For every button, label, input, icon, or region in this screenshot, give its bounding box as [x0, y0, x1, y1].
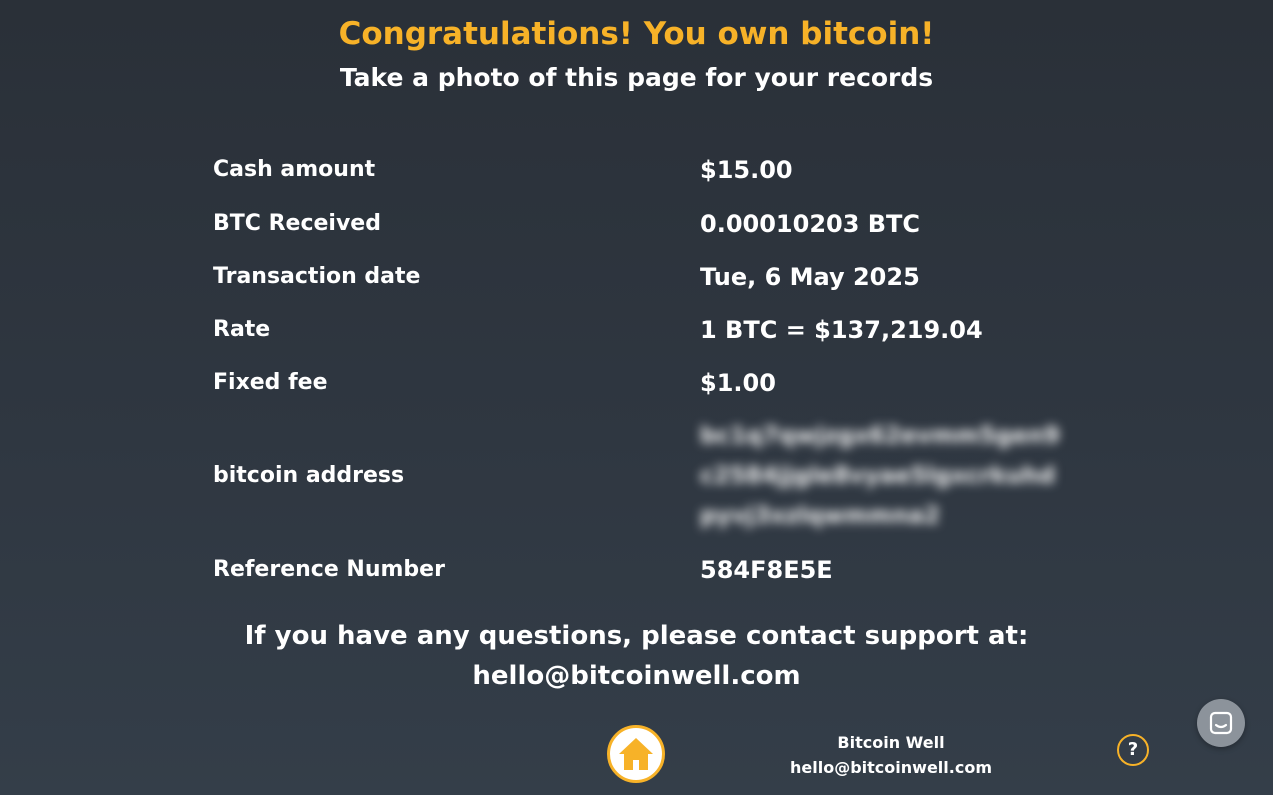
cash-amount-value: $15.00 — [700, 156, 793, 184]
footer-contact: Bitcoin Well hello@bitcoinwell.com — [770, 730, 1012, 780]
btc-received-value: 0.00010203 BTC — [700, 210, 921, 238]
receipt-row-bitcoin-address: bitcoin address bc1q7qwjzgx62evmm5gen9c2… — [213, 423, 1073, 529]
help-button[interactable]: ? — [1117, 734, 1149, 766]
question-mark-icon: ? — [1127, 739, 1139, 760]
footer-email-link[interactable]: hello@bitcoinwell.com — [770, 755, 1012, 780]
receipt-row-transaction-date: Transaction date Tue, 6 May 2025 — [213, 257, 1073, 297]
home-icon — [619, 738, 653, 770]
receipt-row-btc-received: BTC Received 0.00010203 BTC — [213, 204, 1073, 244]
receipt-row-cash-amount: Cash amount $15.00 — [213, 150, 1073, 190]
btc-received-label: BTC Received — [213, 211, 381, 236]
support-email-link[interactable]: hello@bitcoinwell.com — [0, 656, 1273, 696]
bitcoin-address-label: bitcoin address — [213, 463, 405, 488]
rate-value: 1 BTC = $137,219.04 — [700, 316, 983, 344]
support-message: If you have any questions, please contac… — [0, 616, 1273, 696]
page-title: Congratulations! You own bitcoin! — [338, 16, 935, 52]
page-header: Congratulations! You own bitcoin! Take a… — [0, 14, 1273, 96]
support-text: If you have any questions, please contac… — [244, 621, 1029, 651]
receipt-row-fixed-fee: Fixed fee $1.00 — [213, 363, 1073, 403]
page-subtitle: Take a photo of this page for your recor… — [339, 63, 934, 92]
reference-number-label: Reference Number — [213, 557, 445, 582]
receipt-row-reference-number: Reference Number 584F8E5E — [213, 550, 1073, 590]
receipt-row-rate: Rate 1 BTC = $137,219.04 — [213, 310, 1073, 350]
cash-amount-label: Cash amount — [213, 157, 376, 182]
chat-icon — [1209, 711, 1233, 735]
fixed-fee-label: Fixed fee — [213, 370, 328, 395]
bitcoin-address-value: bc1q7qwjzgx62evmm5gen9c2584jjgle8vyae5lg… — [700, 423, 1060, 529]
home-button[interactable] — [607, 725, 665, 783]
chat-launcher-button[interactable] — [1197, 699, 1245, 747]
rate-label: Rate — [213, 317, 271, 342]
transaction-date-value: Tue, 6 May 2025 — [700, 263, 920, 291]
reference-number-value: 584F8E5E — [700, 556, 833, 584]
fixed-fee-value: $1.00 — [700, 369, 776, 397]
footer-company-name: Bitcoin Well — [837, 733, 945, 752]
transaction-date-label: Transaction date — [213, 264, 421, 289]
